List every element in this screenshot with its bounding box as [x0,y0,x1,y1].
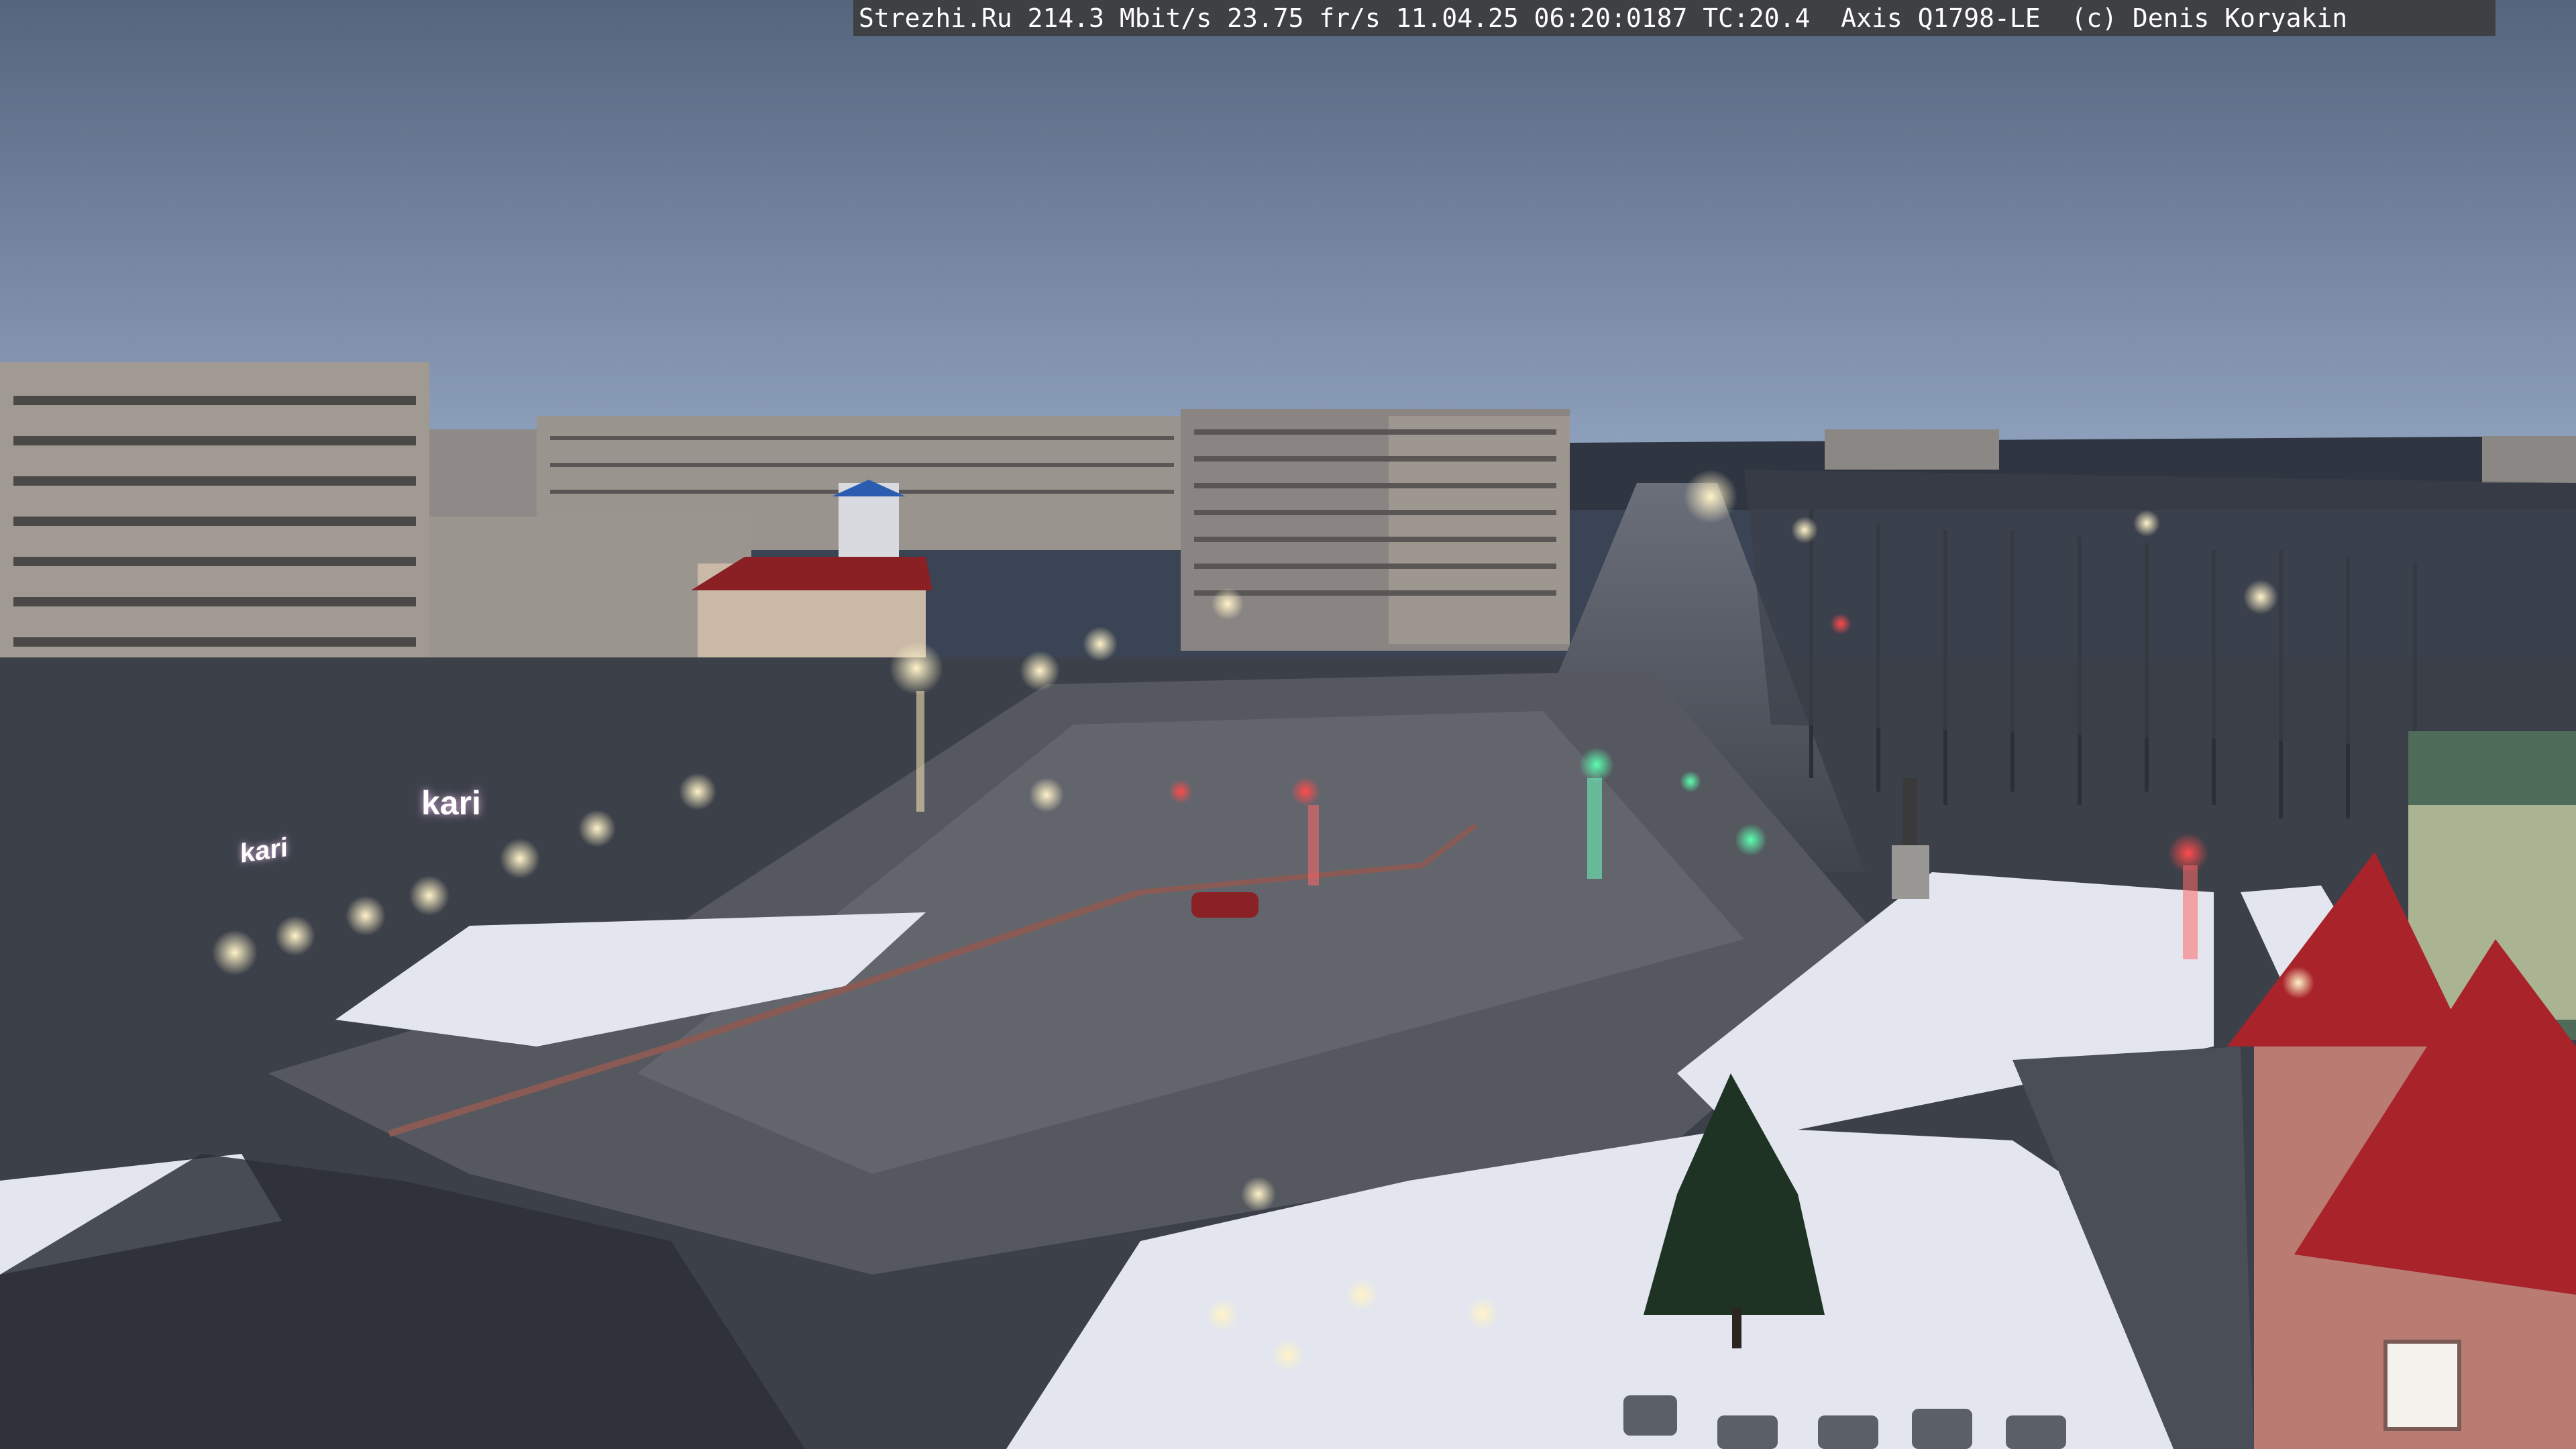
red-car [1191,892,1258,918]
monument-pedestal [1892,845,1929,899]
tree-canopy-right [1744,470,2576,751]
camera-overlay-caption: Strezhi.Ru 214.3 Mbit/s 23.75 fr/s 11.04… [853,0,2496,36]
camera-scene [0,0,2576,1449]
kari-store-sign: kari [421,784,481,822]
